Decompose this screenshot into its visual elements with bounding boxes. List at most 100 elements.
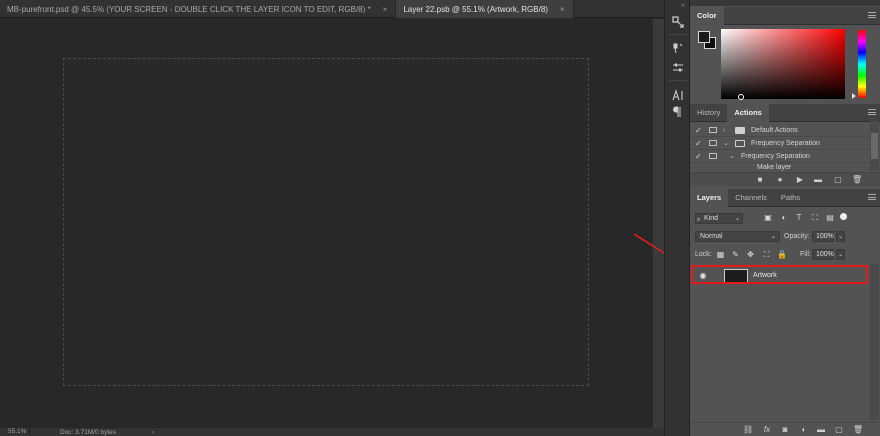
hue-slider[interactable] <box>858 30 866 98</box>
artboard-tool-icon[interactable] <box>670 14 686 30</box>
fill-input[interactable]: 100% <box>812 249 834 260</box>
hue-slider-handle[interactable] <box>852 93 856 99</box>
new-set-folder-icon[interactable]: ▬ <box>814 176 822 184</box>
color-picker-field[interactable] <box>721 29 845 100</box>
tab-label: MB-purefront.psd @ 45.5% (YOUR SCREEN - … <box>7 4 371 14</box>
layer-filter-kind-select[interactable]: ⌕ Kind ⌄ <box>695 213 743 224</box>
foreground-color-swatch[interactable] <box>698 31 710 43</box>
lock-image-pixels-icon[interactable]: ✎ <box>731 250 740 259</box>
blend-mode-select[interactable]: Normal ⌄ <box>695 231 780 242</box>
delete-layer-icon[interactable]: 🗑 <box>853 426 863 434</box>
filter-adjustment-icon[interactable]: ◐ <box>779 213 789 223</box>
chevron-down-icon: ⌄ <box>770 234 776 240</box>
panel-menu-icon[interactable] <box>868 109 876 115</box>
link-layers-icon[interactable]: ⛓ <box>743 426 753 434</box>
chevron-down-icon: ⌄ <box>734 216 740 222</box>
color-panel-tabs: Color <box>690 7 880 25</box>
opacity-label: Opacity: <box>784 233 810 240</box>
fill-dropdown-icon[interactable]: ⌄ <box>836 249 845 260</box>
fill-label: Fill: <box>800 251 811 258</box>
search-icon: ⌕ <box>697 217 701 223</box>
filter-shape-icon[interactable]: ⛶ <box>810 213 820 223</box>
tab-history[interactable]: History <box>690 104 727 122</box>
actions-panel-tabs: History Actions <box>690 104 880 122</box>
canvas-vertical-scrollbar[interactable] <box>652 19 664 428</box>
opacity-dropdown-icon[interactable]: ⌄ <box>836 231 845 242</box>
adjustments-sliders-icon[interactable] <box>670 60 686 76</box>
new-group-icon[interactable]: ▬ <box>817 426 825 434</box>
tab-actions[interactable]: Actions <box>727 104 769 122</box>
add-mask-icon[interactable]: ◙ <box>781 426 789 434</box>
document-canvas[interactable] <box>0 19 652 428</box>
action-label: Frequency Separation <box>741 152 810 160</box>
adjustment-layer-icon[interactable]: ◐ <box>800 426 808 434</box>
dialog-toggle-icon[interactable] <box>709 140 717 146</box>
action-row[interactable]: ✓ ⌄ Frequency Separation <box>690 150 870 163</box>
filter-toggle[interactable] <box>840 213 847 220</box>
play-icon[interactable]: ▶ <box>796 176 804 184</box>
lock-artboard-icon[interactable]: ⛶ <box>762 250 771 259</box>
check-icon[interactable]: ✓ <box>695 152 705 161</box>
folder-icon <box>735 126 745 134</box>
document-tab-bar: MB-purefront.psd @ 45.5% (YOUR SCREEN - … <box>0 0 664 18</box>
artboard[interactable] <box>63 58 589 386</box>
doc-size: Doc: 3.71M/0 bytes <box>60 428 116 436</box>
layer-style-fx-icon[interactable]: fx <box>763 426 771 434</box>
panel-menu-icon[interactable] <box>868 194 876 200</box>
status-menu-arrow[interactable]: › <box>152 429 154 436</box>
new-layer-icon[interactable]: ▢ <box>835 426 843 434</box>
actions-footer: ■ ● ▶ ▬ ▢ 🗑 <box>690 172 880 186</box>
delete-icon[interactable]: 🗑 <box>852 176 862 184</box>
action-label: Frequency Separation <box>751 139 820 147</box>
annotation-highlight-box <box>691 265 868 284</box>
stop-icon[interactable]: ■ <box>756 176 764 184</box>
layers-scrollbar[interactable] <box>870 264 879 420</box>
lock-transparent-pixels-icon[interactable]: ▦ <box>716 250 725 259</box>
layers-panel-tabs: Layers Channels Paths <box>690 189 880 207</box>
kind-label: Kind <box>704 215 719 222</box>
filter-pixel-icon[interactable]: ▣ <box>763 213 773 223</box>
tab-label: Layer 22.psb @ 55.1% (Artwork, RGB/8) <box>403 4 548 14</box>
lock-position-icon[interactable]: ✥ <box>746 250 755 259</box>
filter-type-icon[interactable]: T <box>794 213 804 223</box>
collapse-icon[interactable]: « <box>681 2 685 9</box>
lock-all-icon[interactable]: 🔒 <box>777 250 787 259</box>
tab-color[interactable]: Color <box>690 7 724 25</box>
tab-channels[interactable]: Channels <box>728 189 774 207</box>
lock-label: Lock: <box>695 251 712 258</box>
tab-layers[interactable]: Layers <box>690 189 729 207</box>
actions-scrollbar[interactable] <box>870 121 879 171</box>
tab-layer-22[interactable]: Layer 22.psb @ 55.1% (Artwork, RGB/8) × <box>396 0 574 18</box>
tab-close-icon[interactable]: × <box>560 5 565 14</box>
blend-mode-value: Normal <box>700 233 723 240</box>
paragraph-icon[interactable] <box>670 104 686 120</box>
brush-icon[interactable] <box>670 40 686 56</box>
new-action-icon[interactable]: ▢ <box>834 176 842 184</box>
filter-smart-object-icon[interactable]: ▤ <box>825 213 835 223</box>
tab-mb-purefront[interactable]: MB-purefront.psd @ 45.5% (YOUR SCREEN - … <box>0 0 397 18</box>
color-picker-cursor[interactable] <box>738 94 744 100</box>
dialog-toggle-icon[interactable] <box>709 127 717 133</box>
opacity-input[interactable]: 100% <box>812 231 834 242</box>
action-label: Default Actions <box>751 126 798 134</box>
layers-footer: ⛓ fx ◙ ◐ ▬ ▢ 🗑 <box>690 422 880 436</box>
character-icon[interactable] <box>670 87 686 103</box>
panel-menu-icon[interactable] <box>868 12 876 18</box>
zoom-level[interactable]: 55.1% <box>0 428 30 436</box>
dialog-toggle-icon[interactable] <box>709 153 717 159</box>
action-step-row[interactable]: Make layer <box>690 163 870 172</box>
record-icon[interactable]: ● <box>776 176 784 184</box>
action-set-row[interactable]: ✓ ⌄ Frequency Separation <box>690 137 870 150</box>
action-label: Make layer <box>757 164 792 171</box>
expand-icon[interactable]: › <box>723 127 731 134</box>
tab-paths[interactable]: Paths <box>774 189 807 207</box>
foreground-background-swatches[interactable] <box>698 31 718 51</box>
action-set-row[interactable]: ✓ › Default Actions <box>690 124 870 137</box>
tab-close-icon[interactable]: × <box>383 5 388 14</box>
right-panel-dock: Color History Actions ✓ › Default Action… <box>690 0 880 436</box>
panel-icon-column: « <box>664 0 690 436</box>
check-icon[interactable]: ✓ <box>695 126 705 135</box>
check-icon[interactable]: ✓ <box>695 139 705 148</box>
collapse-icon[interactable]: ⌄ <box>723 139 731 147</box>
collapse-icon[interactable]: ⌄ <box>729 152 737 160</box>
